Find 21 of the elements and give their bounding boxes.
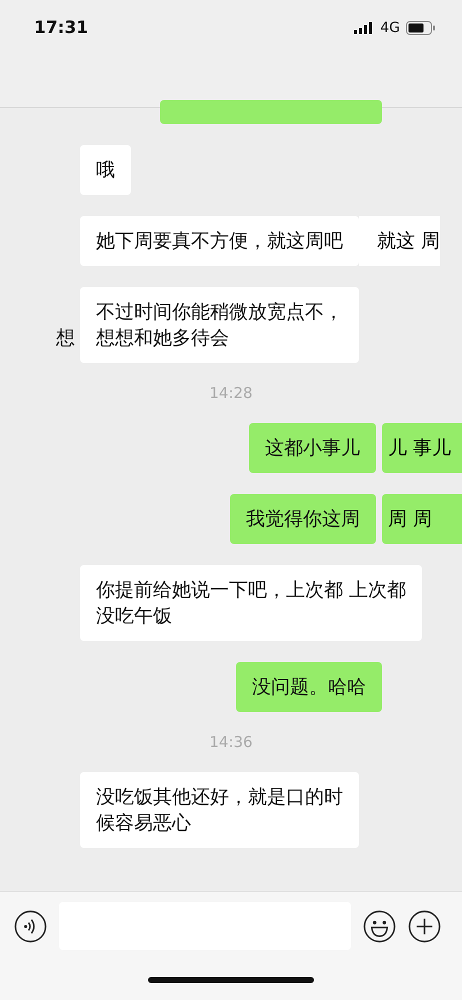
signal-icon [354, 22, 374, 34]
message-bubble: 没吃饭其他还好，就是口的时 候容易恶心 [80, 772, 359, 848]
voice-icon[interactable] [14, 910, 47, 942]
message-time: 14:28 [209, 384, 253, 402]
emoji-icon[interactable] [363, 910, 396, 942]
message-bubble: 哦 [80, 145, 131, 195]
message-bubble: 我觉得你这周 [230, 494, 376, 544]
text-fragment: 就这 周 [359, 216, 440, 266]
text-fragment: 周 周 [382, 494, 462, 544]
message-bubble: 不过时间你能稍微放宽点不， 想想和她多待会 [80, 287, 359, 363]
message-bubble: 没问题。哈哈 [236, 662, 382, 712]
battery-icon [406, 21, 436, 35]
message-bubble: 你提前给她说一下吧，上次都 上次都 没吃午饭 [80, 565, 422, 641]
status-time: 17:31 [34, 18, 88, 38]
message-bubble: 这都小事儿 [249, 423, 376, 473]
message-time: 14:36 [209, 733, 253, 751]
text-fragment: 想 [56, 326, 75, 351]
message-bubble: 她下周要真不方便，就这周吧 [80, 216, 359, 266]
plus-icon[interactable] [408, 910, 441, 942]
text-fragment: 儿 事儿 [382, 423, 462, 473]
network-label: 4G [380, 20, 400, 36]
